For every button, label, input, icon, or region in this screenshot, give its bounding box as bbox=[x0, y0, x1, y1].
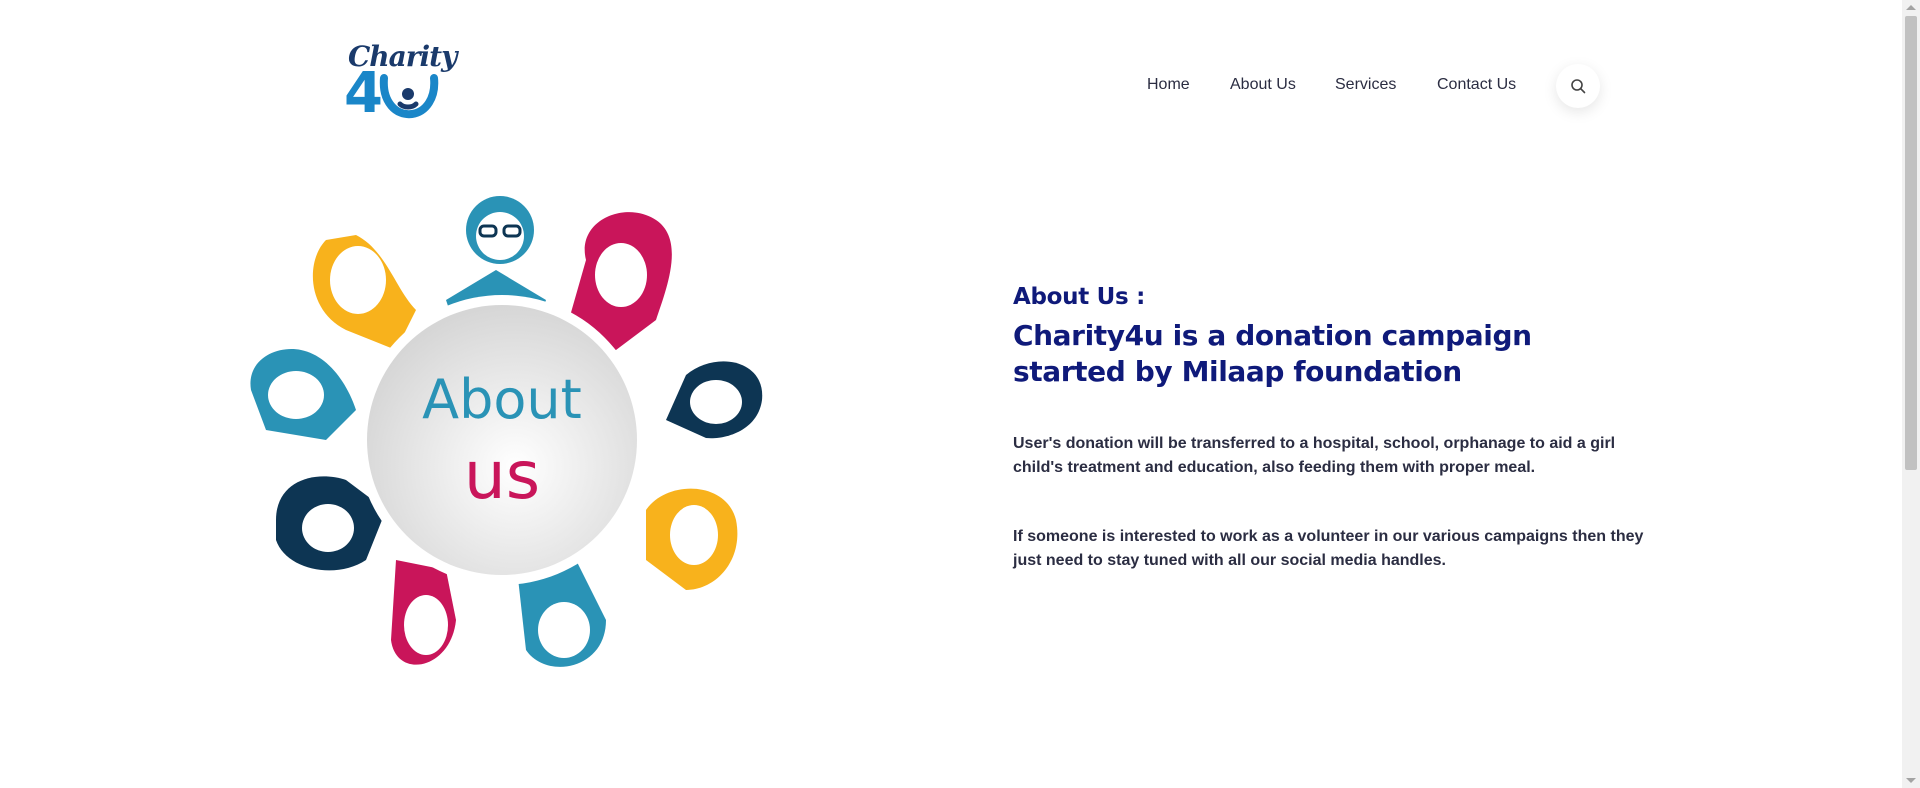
scroll-down-arrow-icon[interactable] bbox=[1906, 778, 1916, 783]
people-circle-graphic: About us bbox=[250, 196, 763, 667]
person-right-navy bbox=[666, 361, 763, 439]
badge-word-about: About bbox=[422, 368, 582, 431]
scroll-up-arrow-icon[interactable] bbox=[1906, 5, 1916, 10]
person-top-left-yellow bbox=[312, 235, 416, 350]
search-icon bbox=[1571, 79, 1586, 94]
person-right-yellow bbox=[646, 488, 738, 590]
about-us-illustration: About us bbox=[246, 180, 766, 680]
about-headline: Charity4u is a donation campaign started… bbox=[1013, 319, 1532, 388]
logo-u-mark bbox=[379, 74, 439, 119]
about-paragraph-volunteer: If someone is interested to work as a vo… bbox=[1013, 528, 1644, 569]
nav-about-us[interactable]: About Us bbox=[1230, 76, 1296, 94]
person-left-teal bbox=[250, 349, 356, 440]
page-scrollbar[interactable] bbox=[1902, 0, 1920, 788]
charity4u-logo[interactable]: Charity 4 bbox=[344, 40, 457, 128]
badge-word-us: us bbox=[464, 437, 540, 514]
about-paragraph-donation: User's donation will be transferred to a… bbox=[1013, 435, 1616, 476]
nav-home[interactable]: Home bbox=[1147, 76, 1190, 94]
about-eyebrow: About Us : bbox=[1013, 284, 1146, 310]
search-button[interactable] bbox=[1556, 64, 1600, 108]
about-content: About Us : Charity4u is a donation campa… bbox=[1013, 284, 1653, 573]
scrollbar-thumb[interactable] bbox=[1905, 16, 1917, 470]
nav-services[interactable]: Services bbox=[1335, 76, 1396, 94]
nav-contact-us[interactable]: Contact Us bbox=[1437, 76, 1516, 94]
site-header: Charity 4 Home About Us Services Contact… bbox=[0, 0, 1902, 140]
person-bottom-pink bbox=[391, 560, 456, 665]
